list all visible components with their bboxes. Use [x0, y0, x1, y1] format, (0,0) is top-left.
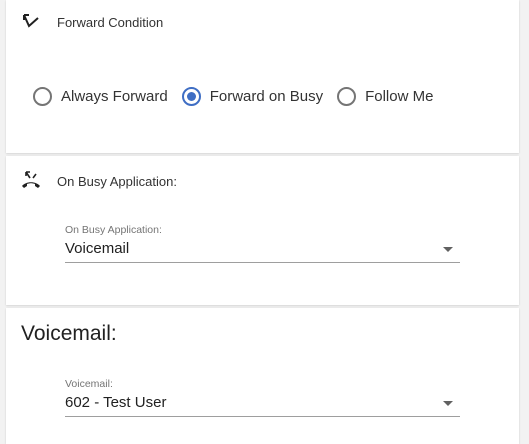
voicemail-select[interactable]: Voicemail: 602 - Test User	[65, 378, 460, 417]
radio-label: Follow Me	[365, 88, 434, 105]
on-busy-field-value-wrap[interactable]: Voicemail	[65, 240, 460, 263]
on-busy-header: On Busy Application:	[20, 170, 177, 192]
radio-circle[interactable]	[33, 87, 52, 106]
dropdown-caret-icon[interactable]	[443, 401, 453, 406]
forward-condition-options: Always Forward Forward on Busy Follow Me	[33, 87, 447, 106]
radio-follow-me[interactable]: Follow Me	[337, 87, 433, 106]
forward-condition-card: Forward Condition Always Forward Forward…	[6, 0, 519, 153]
call-busy-icon	[20, 170, 42, 192]
on-busy-card: On Busy Application: On Busy Application…	[6, 156, 519, 305]
radio-label: Always Forward	[61, 88, 168, 105]
on-busy-field-label: On Busy Application:	[65, 224, 162, 236]
forward-condition-header: Forward Condition	[20, 11, 163, 33]
voicemail-field-label: Voicemail:	[65, 378, 113, 390]
radio-forward-on-busy[interactable]: Forward on Busy	[181, 87, 324, 106]
radio-circle-selected[interactable]	[181, 87, 201, 106]
voicemail-field-value-wrap[interactable]: 602 - Test User	[65, 394, 460, 417]
on-busy-title: On Busy Application:	[57, 173, 177, 189]
forward-condition-title: Forward Condition	[57, 14, 164, 30]
dropdown-caret-icon[interactable]	[443, 247, 453, 252]
radio-label: Forward on Busy	[209, 88, 324, 105]
on-busy-application-select[interactable]: On Busy Application: Voicemail	[65, 224, 460, 263]
voicemail-card: Voicemail: Voicemail: 602 - Test User	[6, 308, 519, 444]
radio-always-forward[interactable]: Always Forward	[33, 87, 168, 106]
call-forward-icon	[20, 11, 42, 33]
voicemail-field-value: 602 - Test User	[65, 394, 167, 411]
radio-circle[interactable]	[337, 87, 357, 106]
on-busy-field-value: Voicemail	[65, 240, 130, 257]
voicemail-title: Voicemail:	[21, 322, 117, 345]
